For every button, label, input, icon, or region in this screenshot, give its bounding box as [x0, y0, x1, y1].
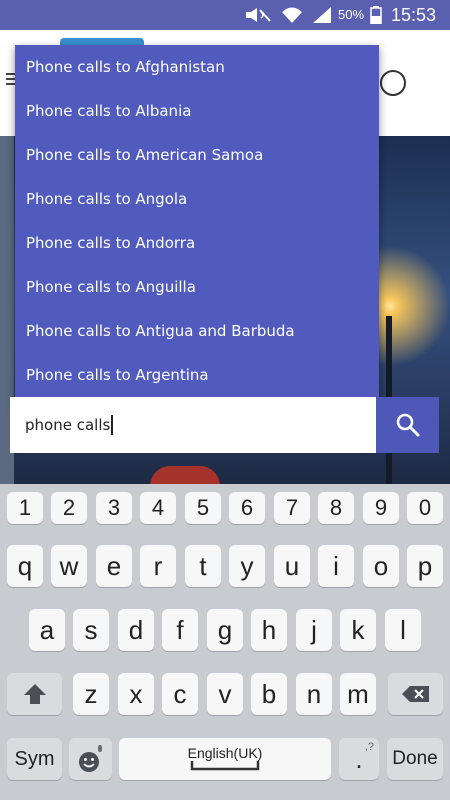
- key-b[interactable]: b: [251, 673, 287, 715]
- shift-key[interactable]: [7, 673, 62, 715]
- key-2[interactable]: 2: [51, 492, 87, 524]
- period-key-label: .: [355, 743, 363, 774]
- emoji-icon: [78, 745, 102, 772]
- key-f[interactable]: f: [162, 609, 198, 651]
- period-key-hint: ,?: [364, 741, 374, 753]
- key-x[interactable]: x: [118, 673, 154, 715]
- search-button[interactable]: [376, 397, 439, 453]
- search-input-value: phone calls: [25, 416, 111, 434]
- key-j[interactable]: j: [296, 609, 332, 651]
- key-h[interactable]: h: [251, 609, 287, 651]
- key-8[interactable]: 8: [318, 492, 354, 524]
- key-a[interactable]: a: [29, 609, 65, 651]
- key-1[interactable]: 1: [7, 492, 43, 524]
- key-3[interactable]: 3: [96, 492, 132, 524]
- key-6[interactable]: 6: [229, 492, 265, 524]
- suggestion-item[interactable]: Phone calls to Albania: [15, 89, 379, 133]
- key-w[interactable]: w: [51, 545, 87, 587]
- key-y[interactable]: y: [229, 545, 265, 587]
- key-d[interactable]: d: [118, 609, 154, 651]
- key-4[interactable]: 4: [140, 492, 176, 524]
- shift-icon: [23, 684, 46, 704]
- key-0[interactable]: 0: [407, 492, 443, 524]
- key-g[interactable]: g: [207, 609, 243, 651]
- key-o[interactable]: o: [363, 545, 399, 587]
- search-bar: phone calls: [10, 397, 439, 453]
- battery-percent: 50%: [338, 7, 365, 22]
- suggestion-item[interactable]: Phone calls to Antigua and Barbuda: [15, 309, 379, 353]
- key-e[interactable]: e: [96, 545, 132, 587]
- space-key[interactable]: English(UK): [119, 738, 331, 780]
- key-r[interactable]: r: [140, 545, 176, 587]
- clock: 15:53: [391, 5, 437, 25]
- key-u[interactable]: u: [274, 545, 310, 587]
- key-q[interactable]: q: [7, 545, 43, 587]
- backspace-icon: [401, 686, 429, 702]
- signal-icon: [313, 7, 331, 23]
- key-i[interactable]: i: [318, 545, 354, 587]
- key-l[interactable]: l: [385, 609, 421, 651]
- on-screen-keyboard: 1 2 3 4 5 6 7 8 9 0 q w e r t y u i o p …: [0, 484, 450, 800]
- suggestion-item[interactable]: Phone calls to Afghanistan: [15, 45, 379, 89]
- key-t[interactable]: t: [185, 545, 221, 587]
- suggestion-item[interactable]: Phone calls to Anguilla: [15, 265, 379, 309]
- key-9[interactable]: 9: [363, 492, 399, 524]
- wifi-icon: [282, 7, 302, 23]
- search-input[interactable]: phone calls: [10, 397, 376, 453]
- space-bar-icon: [190, 761, 260, 771]
- period-key[interactable]: ,? .: [339, 738, 379, 780]
- key-k[interactable]: k: [340, 609, 376, 651]
- done-key[interactable]: Done: [387, 738, 443, 780]
- key-5[interactable]: 5: [185, 492, 221, 524]
- key-m[interactable]: m: [340, 673, 376, 715]
- key-z[interactable]: z: [73, 673, 109, 715]
- profile-icon[interactable]: [380, 70, 406, 96]
- suggestion-item[interactable]: Phone calls to Angola: [15, 177, 379, 221]
- mute-icon: [246, 8, 271, 22]
- key-v[interactable]: v: [207, 673, 243, 715]
- sym-key[interactable]: Sym: [7, 738, 62, 780]
- key-c[interactable]: c: [162, 673, 198, 715]
- key-p[interactable]: p: [407, 545, 443, 587]
- suggestion-item[interactable]: Phone calls to American Samoa: [15, 133, 379, 177]
- suggestion-item[interactable]: Phone calls to Argentina: [15, 353, 379, 397]
- key-n[interactable]: n: [296, 673, 332, 715]
- search-icon: [396, 413, 419, 437]
- status-bar: 50% 15:53: [0, 0, 450, 30]
- key-7[interactable]: 7: [274, 492, 310, 524]
- suggestion-item[interactable]: Phone calls to Andorra: [15, 221, 379, 265]
- emoji-key[interactable]: [69, 738, 112, 780]
- backspace-key[interactable]: [388, 673, 443, 715]
- space-key-label: English(UK): [187, 745, 263, 761]
- text-caret: [111, 415, 114, 435]
- suggestions-dropdown: Phone calls to Afghanistan Phone calls t…: [15, 45, 379, 409]
- battery-icon: [370, 6, 382, 24]
- key-s[interactable]: s: [73, 609, 109, 651]
